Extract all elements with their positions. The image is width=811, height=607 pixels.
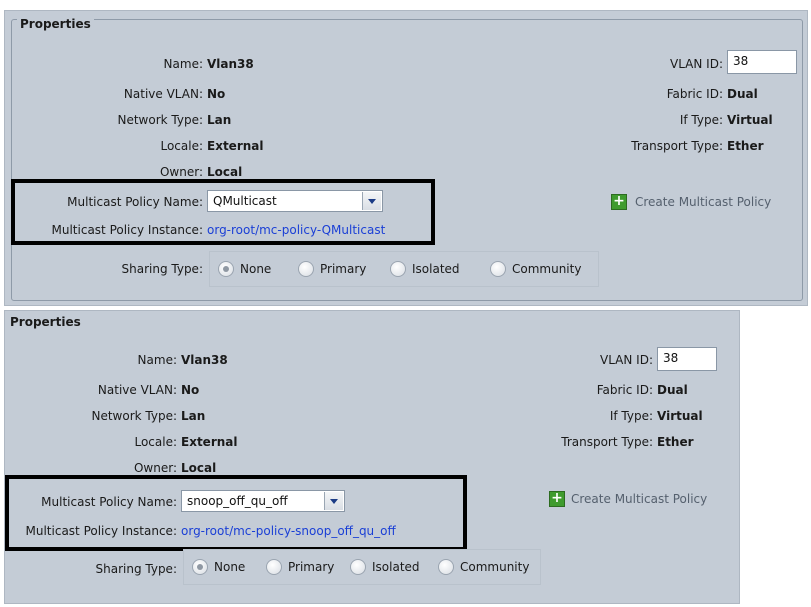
owner-value: Local bbox=[207, 165, 243, 179]
if-type-value: Virtual bbox=[657, 409, 703, 423]
if-type-label: If Type: bbox=[679, 113, 723, 127]
radio-primary-label[interactable]: Primary bbox=[320, 262, 366, 276]
if-type-label: If Type: bbox=[609, 409, 653, 423]
sharing-type-radio-group: None Primary Isolated Community bbox=[183, 549, 541, 585]
multicast-policy-instance-label: Multicast Policy Instance: bbox=[51, 223, 203, 237]
locale-label: Locale: bbox=[134, 435, 177, 449]
native-vlan-value: No bbox=[181, 383, 200, 397]
multicast-policy-instance-link[interactable]: org-root/mc-policy-QMulticast bbox=[207, 223, 385, 237]
radio-none[interactable] bbox=[192, 559, 208, 575]
vlan-id-label: VLAN ID: bbox=[600, 353, 653, 367]
radio-isolated[interactable] bbox=[390, 261, 406, 277]
radio-none-label[interactable]: None bbox=[240, 262, 271, 276]
transport-type-value: Ether bbox=[657, 435, 694, 449]
radio-isolated-label[interactable]: Isolated bbox=[412, 262, 460, 276]
sharing-type-radio-group: None Primary Isolated Community bbox=[209, 251, 599, 287]
owner-label: Owner: bbox=[159, 165, 203, 179]
locale-label: Locale: bbox=[160, 139, 203, 153]
name-label: Name: bbox=[137, 353, 177, 367]
multicast-policy-name-label: Multicast Policy Name: bbox=[67, 195, 203, 209]
panel-title: Properties bbox=[7, 315, 84, 329]
native-vlan-value: No bbox=[207, 87, 226, 101]
radio-isolated-label[interactable]: Isolated bbox=[372, 560, 420, 574]
network-type-label: Network Type: bbox=[117, 113, 203, 127]
name-value: Vlan38 bbox=[181, 353, 228, 367]
fabric-id-value: Dual bbox=[727, 87, 758, 101]
transport-type-label: Transport Type: bbox=[631, 139, 723, 153]
fabric-id-value: Dual bbox=[657, 383, 688, 397]
multicast-policy-instance-link[interactable]: org-root/mc-policy-snoop_off_qu_off bbox=[181, 524, 396, 538]
network-type-value: Lan bbox=[207, 113, 232, 127]
properties-panel-top: Properties Name: Vlan38 Native VLAN: No … bbox=[4, 10, 808, 306]
multicast-policy-selected-value: QMulticast bbox=[213, 194, 277, 208]
plus-icon[interactable]: + bbox=[611, 194, 627, 210]
if-type-value: Virtual bbox=[727, 113, 773, 127]
radio-community[interactable] bbox=[438, 559, 454, 575]
plus-icon[interactable]: + bbox=[549, 491, 565, 507]
sharing-type-label: Sharing Type: bbox=[121, 262, 204, 276]
radio-community-label[interactable]: Community bbox=[460, 560, 529, 574]
radio-community[interactable] bbox=[490, 261, 506, 277]
multicast-policy-select[interactable]: snoop_off_qu_off bbox=[181, 490, 345, 512]
network-type-label: Network Type: bbox=[91, 409, 177, 423]
name-label: Name: bbox=[163, 57, 203, 71]
owner-label: Owner: bbox=[133, 461, 177, 475]
radio-primary-label[interactable]: Primary bbox=[288, 560, 334, 574]
vlan-id-field[interactable]: 38 bbox=[657, 347, 717, 371]
native-vlan-label: Native VLAN: bbox=[123, 87, 203, 101]
owner-value: Local bbox=[181, 461, 217, 475]
vlan-id-label: VLAN ID: bbox=[670, 57, 723, 71]
radio-none[interactable] bbox=[218, 261, 234, 277]
radio-none-label[interactable]: None bbox=[214, 560, 245, 574]
radio-primary[interactable] bbox=[298, 261, 314, 277]
radio-isolated[interactable] bbox=[350, 559, 366, 575]
properties-panel-bottom: Properties Name: Vlan38 Native VLAN: No … bbox=[4, 310, 740, 604]
transport-type-value: Ether bbox=[727, 139, 764, 153]
locale-value: External bbox=[207, 139, 264, 153]
multicast-policy-instance-label: Multicast Policy Instance: bbox=[25, 524, 177, 538]
native-vlan-label: Native VLAN: bbox=[97, 383, 177, 397]
multicast-policy-select[interactable]: QMulticast bbox=[207, 190, 383, 212]
locale-value: External bbox=[181, 435, 238, 449]
multicast-policy-name-label: Multicast Policy Name: bbox=[41, 495, 177, 509]
radio-primary[interactable] bbox=[266, 559, 282, 575]
fabric-id-label: Fabric ID: bbox=[596, 383, 653, 397]
create-multicast-policy-link[interactable]: Create Multicast Policy bbox=[571, 492, 707, 506]
radio-community-label[interactable]: Community bbox=[512, 262, 581, 276]
multicast-policy-selected-value: snoop_off_qu_off bbox=[187, 494, 288, 508]
create-multicast-policy-link[interactable]: Create Multicast Policy bbox=[635, 195, 771, 209]
network-type-value: Lan bbox=[181, 409, 206, 423]
panel-title: Properties bbox=[17, 17, 94, 31]
sharing-type-label: Sharing Type: bbox=[95, 562, 178, 576]
chevron-down-icon[interactable] bbox=[362, 192, 381, 210]
name-value: Vlan38 bbox=[207, 57, 254, 71]
vlan-id-field[interactable]: 38 bbox=[727, 50, 797, 74]
fabric-id-label: Fabric ID: bbox=[666, 87, 723, 101]
chevron-down-icon[interactable] bbox=[324, 492, 343, 510]
multicast-policy-highlight bbox=[5, 475, 467, 551]
transport-type-label: Transport Type: bbox=[561, 435, 653, 449]
